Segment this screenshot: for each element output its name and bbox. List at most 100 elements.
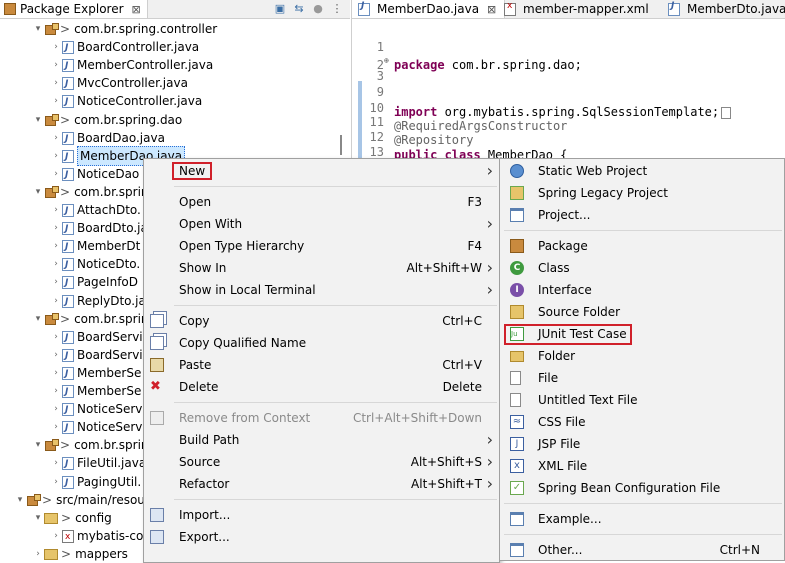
expand-toggle-icon[interactable]: › bbox=[50, 92, 62, 110]
expand-toggle-icon[interactable]: › bbox=[50, 328, 62, 346]
expand-toggle-icon[interactable]: › bbox=[50, 527, 62, 545]
expand-toggle-icon[interactable]: ▾ bbox=[32, 20, 44, 38]
menu-item-delete[interactable]: ✖ Delete Delete bbox=[144, 376, 499, 398]
expand-toggle-icon[interactable]: › bbox=[50, 56, 62, 74]
tree-package-item[interactable]: ▾ > com.br.spring.dao bbox=[32, 111, 183, 129]
tree-file-item[interactable]: › PagingUtil. bbox=[50, 473, 141, 492]
tab-memberdto[interactable]: MemberDto.java bbox=[662, 0, 785, 18]
collapse-all-icon[interactable]: ▣ bbox=[273, 1, 287, 15]
menu-item-show-in[interactable]: Show In Alt+Shift+W › bbox=[144, 257, 499, 279]
link-with-editor-icon[interactable]: ⇆ bbox=[292, 1, 306, 15]
menu-item-open[interactable]: Open F3 bbox=[144, 191, 499, 213]
tree-file-item[interactable]: › FileUtil.java bbox=[50, 454, 146, 473]
expand-toggle-icon[interactable]: › bbox=[50, 165, 62, 183]
tree-file-item[interactable]: › MemberDt bbox=[50, 237, 140, 256]
submenu-item-project[interactable]: Project... bbox=[500, 204, 785, 226]
submenu-item-jsp-file[interactable]: J JSP File bbox=[500, 433, 785, 455]
menu-item-show-in-local-terminal[interactable]: Show in Local Terminal › bbox=[144, 279, 499, 301]
expand-toggle-icon[interactable]: ▾ bbox=[14, 491, 26, 509]
tree-file-item[interactable]: › NoticeServ bbox=[50, 418, 142, 437]
menu-item-import[interactable]: Import... bbox=[144, 504, 499, 526]
submenu-item-spring-legacy-project[interactable]: Spring Legacy Project bbox=[500, 182, 785, 204]
expand-toggle-icon[interactable]: › bbox=[50, 292, 62, 310]
menu-item-new[interactable]: New › bbox=[144, 160, 499, 182]
menu-item-refactor[interactable]: Refactor Alt+Shift+T › bbox=[144, 473, 499, 495]
tree-file-item[interactable]: › BoardServi bbox=[50, 328, 142, 347]
tree-file-item[interactable]: › MemberSe bbox=[50, 364, 141, 383]
tree-file-item[interactable]: › AttachDto. bbox=[50, 201, 141, 220]
tree-file-item[interactable]: › NoticeDao bbox=[50, 165, 139, 184]
expand-toggle-icon[interactable]: › bbox=[50, 364, 62, 382]
tree-file-item[interactable]: › NoticeDto. bbox=[50, 255, 140, 274]
expand-toggle-icon[interactable]: › bbox=[50, 201, 62, 219]
submenu-item-css-file[interactable]: ≈ CSS File bbox=[500, 411, 785, 433]
view-menu-icon[interactable]: ⋮ bbox=[330, 1, 344, 15]
menu-item-build-path[interactable]: Build Path › bbox=[144, 429, 499, 451]
submenu-item-xml-file[interactable]: x XML File bbox=[500, 455, 785, 477]
expand-toggle-icon[interactable]: › bbox=[50, 382, 62, 400]
tree-srcfolder-item[interactable]: ▾ > src/main/resou bbox=[14, 491, 145, 509]
submenu-item-untitled-text-file[interactable]: Untitled Text File bbox=[500, 389, 785, 411]
expand-toggle-icon[interactable]: › bbox=[50, 74, 62, 92]
submenu-item-source-folder[interactable]: Source Folder bbox=[500, 301, 785, 323]
package-explorer-tab[interactable]: Package Explorer ⊠ bbox=[0, 0, 148, 18]
expand-toggle-icon[interactable]: › bbox=[50, 418, 62, 436]
tree-file-item[interactable]: › BoardServi bbox=[50, 346, 142, 365]
expand-toggle-icon[interactable]: › bbox=[50, 219, 62, 237]
expand-toggle-icon[interactable]: › bbox=[50, 473, 62, 491]
expand-toggle-icon[interactable]: › bbox=[50, 346, 62, 364]
menu-item-open-with[interactable]: Open With › bbox=[144, 213, 499, 235]
expand-toggle-icon[interactable]: › bbox=[50, 129, 62, 147]
tree-file-item[interactable]: › MemberSe bbox=[50, 382, 141, 401]
tree-folder-item[interactable]: ▾ > config bbox=[32, 509, 112, 527]
tree-xml-item[interactable]: › mybatis-co bbox=[50, 527, 143, 546]
close-icon[interactable]: ⊠ bbox=[132, 3, 141, 16]
tree-file-item[interactable]: › MvcController.java bbox=[50, 74, 188, 93]
tree-file-item[interactable]: › PageInfoD bbox=[50, 273, 138, 292]
menu-item-export[interactable]: Export... bbox=[144, 526, 499, 548]
tree-file-item[interactable]: › BoardDao.java bbox=[50, 129, 165, 148]
tab-member-mapper[interactable]: member-mapper.xml bbox=[498, 0, 655, 18]
tree-file-item[interactable]: › NoticeController.java bbox=[50, 92, 202, 111]
tree-package-item[interactable]: ▾ > com.br.sprin bbox=[32, 436, 149, 454]
expand-toggle-icon[interactable]: ▾ bbox=[32, 436, 44, 454]
tree-file-item[interactable]: › ReplyDto.ja bbox=[50, 292, 146, 311]
submenu-item-other[interactable]: Other... Ctrl+N bbox=[500, 539, 785, 561]
expand-toggle-icon[interactable]: › bbox=[50, 454, 62, 472]
submenu-item-class[interactable]: C Class bbox=[500, 257, 785, 279]
tree-folder-item[interactable]: › > mappers bbox=[32, 545, 128, 563]
expand-toggle-icon[interactable]: › bbox=[32, 545, 44, 563]
tree-file-item[interactable]: › NoticeServ bbox=[50, 400, 142, 419]
tree-package-item[interactable]: ▾ > com.br.spring.controller bbox=[32, 20, 217, 38]
expand-toggle-icon[interactable]: › bbox=[50, 147, 62, 165]
menu-item-copy-qualified-name[interactable]: Copy Qualified Name bbox=[144, 332, 499, 354]
submenu-item-example[interactable]: Example... bbox=[500, 508, 785, 530]
submenu-item-folder[interactable]: Folder bbox=[500, 345, 785, 367]
focus-icon[interactable]: ● bbox=[311, 1, 325, 15]
expand-toggle-icon[interactable]: › bbox=[50, 237, 62, 255]
submenu-item-static-web-project[interactable]: Static Web Project bbox=[500, 160, 785, 182]
menu-item-open-type-hierarchy[interactable]: Open Type Hierarchy F4 bbox=[144, 235, 499, 257]
expand-toggle-icon[interactable]: ▾ bbox=[32, 111, 44, 129]
expand-toggle-icon[interactable]: › bbox=[50, 273, 62, 291]
close-icon[interactable]: ⊠ bbox=[487, 3, 496, 16]
tab-memberdao[interactable]: MemberDao.java ⊠ bbox=[352, 0, 505, 18]
tree-package-item[interactable]: ▾ > com.br.sprin bbox=[32, 183, 149, 201]
expand-toggle-icon[interactable]: ▾ bbox=[32, 310, 44, 328]
expand-toggle-icon[interactable]: › bbox=[50, 38, 62, 56]
expand-toggle-icon[interactable]: ▾ bbox=[32, 509, 44, 527]
menu-item-source[interactable]: Source Alt+Shift+S › bbox=[144, 451, 499, 473]
submenu-item-file[interactable]: File bbox=[500, 367, 785, 389]
submenu-item-spring-bean-configuration-file[interactable]: ✓ Spring Bean Configuration File bbox=[500, 477, 785, 499]
expand-toggle-icon[interactable]: › bbox=[50, 255, 62, 273]
scrollbar[interactable] bbox=[340, 135, 342, 155]
submenu-item-junit-test-case[interactable]: Ju JUnit Test Case bbox=[500, 323, 785, 345]
tree-file-item[interactable]: › BoardController.java bbox=[50, 38, 199, 57]
expand-toggle-icon[interactable]: › bbox=[50, 400, 62, 418]
tree-file-item[interactable]: › BoardDto.ja bbox=[50, 219, 148, 238]
menu-item-paste[interactable]: Paste Ctrl+V bbox=[144, 354, 499, 376]
fold-icon[interactable]: ⊕ bbox=[384, 52, 389, 70]
tree-package-item[interactable]: ▾ > com.br.sprin bbox=[32, 310, 149, 328]
submenu-item-interface[interactable]: I Interface bbox=[500, 279, 785, 301]
submenu-item-package[interactable]: Package bbox=[500, 235, 785, 257]
